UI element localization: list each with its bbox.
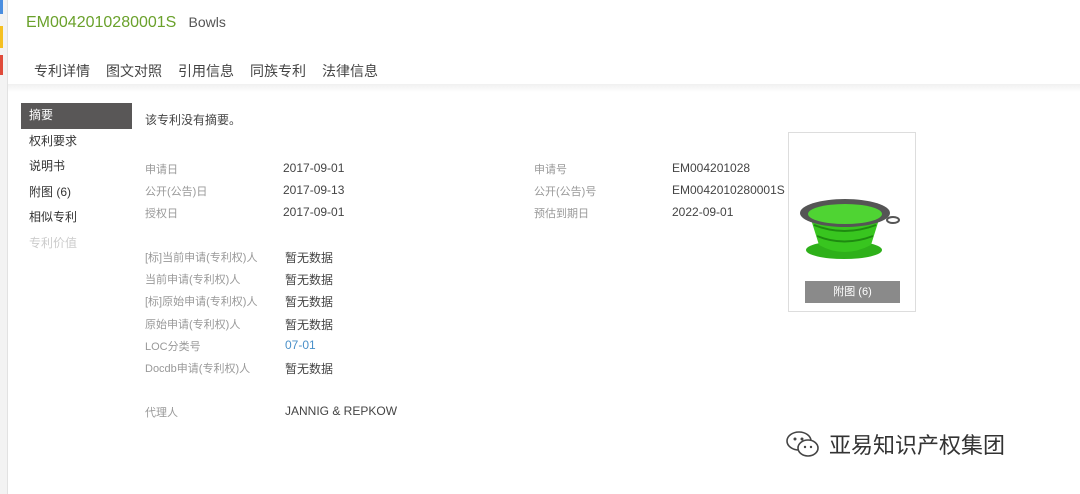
field-label: 预估到期日 [534, 208, 589, 220]
field-value: 暂无数据 [285, 273, 334, 287]
field-label: 原始申请(专利权)人 [145, 319, 241, 331]
field-value: 暂无数据 [285, 318, 334, 332]
field-label: 授权日 [145, 208, 178, 220]
field-label: 代理人 [145, 407, 178, 419]
field-label: 当前申请(专利权)人 [145, 274, 241, 286]
patent-title: Bowls [188, 14, 226, 30]
nav-abstract[interactable]: 摘要 [21, 103, 132, 129]
field-value: 2022-09-01 [672, 205, 734, 219]
bowl-image [800, 199, 900, 259]
field-label: [标]原始申请(专利权)人 [145, 296, 258, 308]
field-label: 公开(公告)号 [534, 186, 597, 198]
nav-claims[interactable]: 权利要求 [21, 129, 132, 155]
field-label: LOC分类号 [145, 341, 201, 353]
drawings-button[interactable]: 附图 (6) [805, 281, 900, 303]
nav-similar[interactable]: 相似专利 [21, 205, 132, 231]
watermark: 亚易知识产权集团 [785, 428, 1005, 460]
watermark-text: 亚易知识产权集团 [829, 433, 1006, 458]
field-value: EM0042010280001S [672, 183, 785, 197]
field-value: EM004201028 [672, 161, 751, 175]
browser-edge [0, 0, 8, 494]
nav-drawings[interactable]: 附图 (6) [21, 180, 132, 206]
patent-number: EM0042010280001S [26, 14, 177, 31]
loc-class-link[interactable]: 07-01 [285, 338, 316, 352]
field-value: 2017-09-01 [283, 161, 345, 175]
divider [8, 84, 1080, 92]
wechat-icon [786, 431, 819, 457]
field-value: JANNIG & REPKOW [285, 404, 398, 418]
field-value: 暂无数据 [285, 251, 334, 265]
nav-description[interactable]: 说明书 [21, 154, 132, 180]
field-value: 暂无数据 [285, 295, 334, 309]
section-nav: 摘要 权利要求 说明书 附图 (6) 相似专利 专利价值 [21, 103, 132, 256]
drawing-preview[interactable]: 附图 (6) [788, 132, 916, 312]
field-label: Docdb申请(专利权)人 [145, 363, 251, 375]
field-label: 申请日 [145, 164, 178, 176]
field-value: 2017-09-01 [283, 205, 345, 219]
field-label: 公开(公告)日 [145, 186, 208, 198]
field-label: 申请号 [534, 164, 567, 176]
patent-header: EM0042010280001S Bowls [26, 14, 226, 32]
field-label: [标]当前申请(专利权)人 [145, 252, 258, 264]
field-value: 暂无数据 [285, 362, 334, 376]
field-value: 2017-09-13 [283, 183, 345, 197]
nav-value: 专利价值 [29, 235, 78, 250]
abstract-text: 该专利没有摘要。 [145, 113, 242, 127]
